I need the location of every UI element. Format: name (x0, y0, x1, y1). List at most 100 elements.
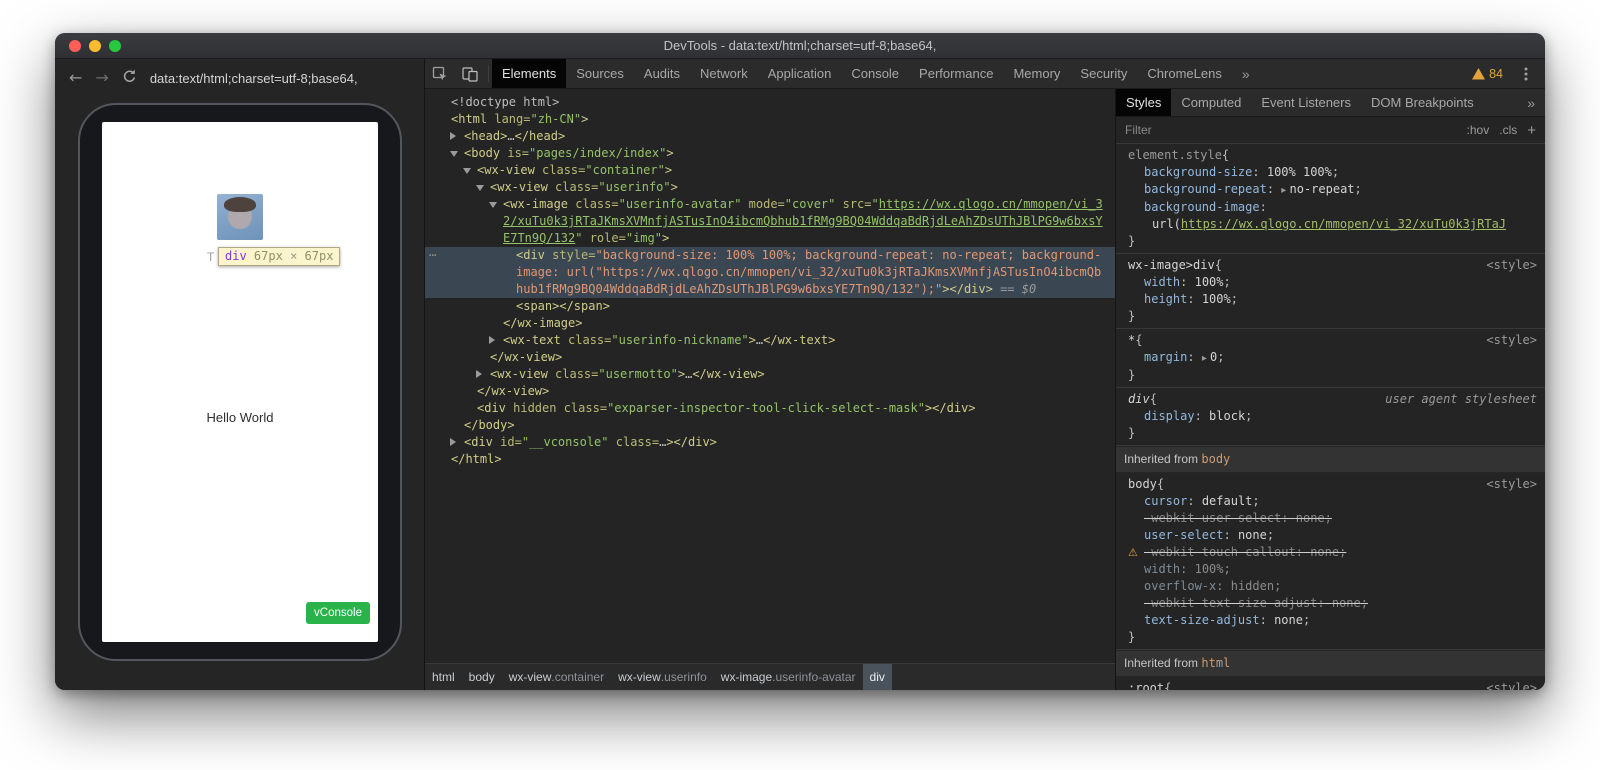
css-property[interactable]: background-image: (1128, 199, 1537, 216)
css-property[interactable]: display: block; (1128, 408, 1537, 425)
tab-performance[interactable]: Performance (909, 59, 1003, 88)
kebab-menu-icon[interactable] (1511, 66, 1541, 82)
tab-console[interactable]: Console (841, 59, 909, 88)
rule-selector-line[interactable]: * {<style> (1128, 332, 1537, 349)
breadcrumb-item[interactable]: wx-view.container (502, 664, 611, 690)
tree-row[interactable]: <div hidden class="exparser-inspector-to… (425, 400, 1115, 417)
tab-audits[interactable]: Audits (634, 59, 690, 88)
tab-security[interactable]: Security (1070, 59, 1137, 88)
collapse-arrow-icon[interactable] (489, 202, 497, 208)
tree-row[interactable]: <wx-text class="userinfo-nickname">…</wx… (425, 332, 1115, 349)
css-property[interactable]: -webkit-user-select: none; (1128, 510, 1537, 527)
breadcrumb-item[interactable]: html (425, 664, 462, 690)
new-style-rule-button[interactable]: + (1527, 123, 1536, 138)
css-property[interactable]: height: 100%; (1128, 291, 1537, 308)
tree-row[interactable]: </wx-view> (425, 383, 1115, 400)
css-url-link[interactable]: https://wx.qlogo.cn/mmopen/vi_32/xuTu0k3… (1181, 217, 1506, 231)
css-property[interactable]: background-size: 100% 100%; (1128, 164, 1537, 181)
rule-selector[interactable]: element.style (1128, 147, 1222, 164)
expand-arrow-icon[interactable] (450, 132, 456, 140)
breadcrumb-item[interactable]: div (863, 664, 892, 690)
tab-network[interactable]: Network (690, 59, 758, 88)
css-property[interactable]: overflow-x: hidden; (1128, 578, 1537, 595)
tree-row[interactable]: <div id="__vconsole" class=…></div> (425, 434, 1115, 451)
tree-row[interactable]: <wx-view class="userinfo"> (425, 179, 1115, 196)
tree-row[interactable]: <body is="pages/index/index"> (425, 145, 1115, 162)
rule-selector[interactable]: * (1128, 332, 1135, 349)
styles-more-chevron[interactable]: » (1517, 89, 1545, 116)
sidebar-tab-event-listeners[interactable]: Event Listeners (1251, 89, 1361, 116)
style-source-link[interactable]: <style> (1478, 476, 1537, 493)
rule-selector[interactable]: :root (1128, 680, 1164, 690)
expand-longhand-icon[interactable]: ▸ (1202, 353, 1210, 364)
breadcrumb-item[interactable]: wx-image.userinfo-avatar (714, 664, 863, 690)
rule-selector[interactable]: wx-image>div (1128, 257, 1215, 274)
css-property[interactable]: background-repeat: ▸ no-repeat; (1128, 181, 1537, 199)
rule-selector-line[interactable]: :root {<style> (1128, 680, 1537, 690)
styles-filter-input[interactable] (1125, 123, 1457, 137)
css-property[interactable]: user-select: none; (1128, 527, 1537, 544)
url-text[interactable]: data:text/html;charset=utf-8;base64, (150, 71, 358, 86)
rule-selector-line[interactable]: body {<style> (1128, 476, 1537, 493)
rule-selector[interactable]: body (1128, 476, 1157, 493)
inherited-node-link[interactable]: body (1201, 452, 1230, 466)
window-titlebar[interactable]: DevTools - data:text/html;charset=utf-8;… (55, 33, 1545, 59)
tree-row[interactable]: <head>…</head> (425, 128, 1115, 145)
style-source-link[interactable]: <style> (1478, 680, 1537, 690)
tree-row[interactable]: <wx-image class="userinfo-avatar" mode="… (425, 196, 1115, 247)
css-property[interactable]: -webkit-text-size-adjust: none; (1128, 595, 1537, 612)
rule-selector-line[interactable]: div {user agent stylesheet (1128, 391, 1537, 408)
sidebar-tab-styles[interactable]: Styles (1116, 89, 1171, 116)
style-source-link[interactable]: <style> (1478, 332, 1537, 349)
css-property[interactable]: text-size-adjust: none; (1128, 612, 1537, 629)
tree-row[interactable]: <wx-view class="container"> (425, 162, 1115, 179)
tree-row[interactable]: </wx-view> (425, 349, 1115, 366)
expand-arrow-icon[interactable] (489, 336, 495, 344)
breadcrumb-item[interactable]: wx-view.userinfo (611, 664, 714, 690)
tree-row[interactable]: <wx-view class="usermotto">…</wx-view> (425, 366, 1115, 383)
inspect-element-icon[interactable] (425, 59, 455, 88)
rule-selector[interactable]: div (1128, 391, 1150, 408)
element-class-toggle[interactable]: .cls (1499, 123, 1517, 137)
pseudo-state-toggle[interactable]: :hov (1467, 123, 1490, 137)
issues-warning-badge[interactable]: 84 (1466, 67, 1509, 81)
more-tabs-chevron[interactable]: » (1232, 59, 1260, 88)
tab-elements[interactable]: Elements (492, 59, 566, 88)
tab-application[interactable]: Application (758, 59, 842, 88)
expand-arrow-icon[interactable] (476, 370, 482, 378)
tree-row[interactable]: </html> (425, 451, 1115, 468)
rule-selector-line[interactable]: element.style { (1128, 147, 1537, 164)
vconsole-button[interactable]: vConsole (306, 602, 370, 624)
tree-row[interactable]: <html lang="zh-CN"> (425, 111, 1115, 128)
tree-row[interactable]: </body> (425, 417, 1115, 434)
css-property-value-link[interactable]: url(https://wx.qlogo.cn/mmopen/vi_32/xuT… (1128, 216, 1537, 233)
row-options-icon[interactable]: ⋯ (429, 247, 436, 264)
forward-icon[interactable]: → (95, 70, 108, 86)
sidebar-tab-computed[interactable]: Computed (1171, 89, 1251, 116)
expand-longhand-icon[interactable]: ▸ (1281, 185, 1289, 196)
breadcrumb-item[interactable]: body (462, 664, 502, 690)
css-property[interactable]: cursor: default; (1128, 493, 1537, 510)
tab-chromelens[interactable]: ChromeLens (1137, 59, 1231, 88)
css-property[interactable]: margin: ▸ 0; (1128, 349, 1537, 367)
expand-arrow-icon[interactable] (450, 438, 456, 446)
css-property[interactable]: width: 100%; (1128, 274, 1537, 291)
collapse-arrow-icon[interactable] (476, 185, 484, 191)
collapse-arrow-icon[interactable] (450, 151, 458, 157)
device-toolbar-icon[interactable] (455, 59, 485, 88)
rule-selector-line[interactable]: wx-image>div {<style> (1128, 257, 1537, 274)
css-property[interactable]: ⚠-webkit-touch-callout: none; (1128, 544, 1537, 561)
style-source-link[interactable]: <style> (1478, 257, 1537, 274)
tab-memory[interactable]: Memory (1003, 59, 1070, 88)
collapse-arrow-icon[interactable] (463, 168, 471, 174)
tab-sources[interactable]: Sources (566, 59, 634, 88)
tree-row[interactable]: ⋯<div style="background-size: 100% 100%;… (425, 247, 1115, 298)
avatar-image[interactable] (217, 194, 263, 240)
tree-row[interactable]: <span></span> (425, 298, 1115, 315)
tree-row[interactable]: <!doctype html> (425, 94, 1115, 111)
reload-icon[interactable] (122, 69, 137, 87)
css-property[interactable]: width: 100%; (1128, 561, 1537, 578)
tree-row[interactable]: </wx-image> (425, 315, 1115, 332)
sidebar-tab-dom-breakpoints[interactable]: DOM Breakpoints (1361, 89, 1484, 116)
inherited-node-link[interactable]: html (1201, 656, 1230, 670)
